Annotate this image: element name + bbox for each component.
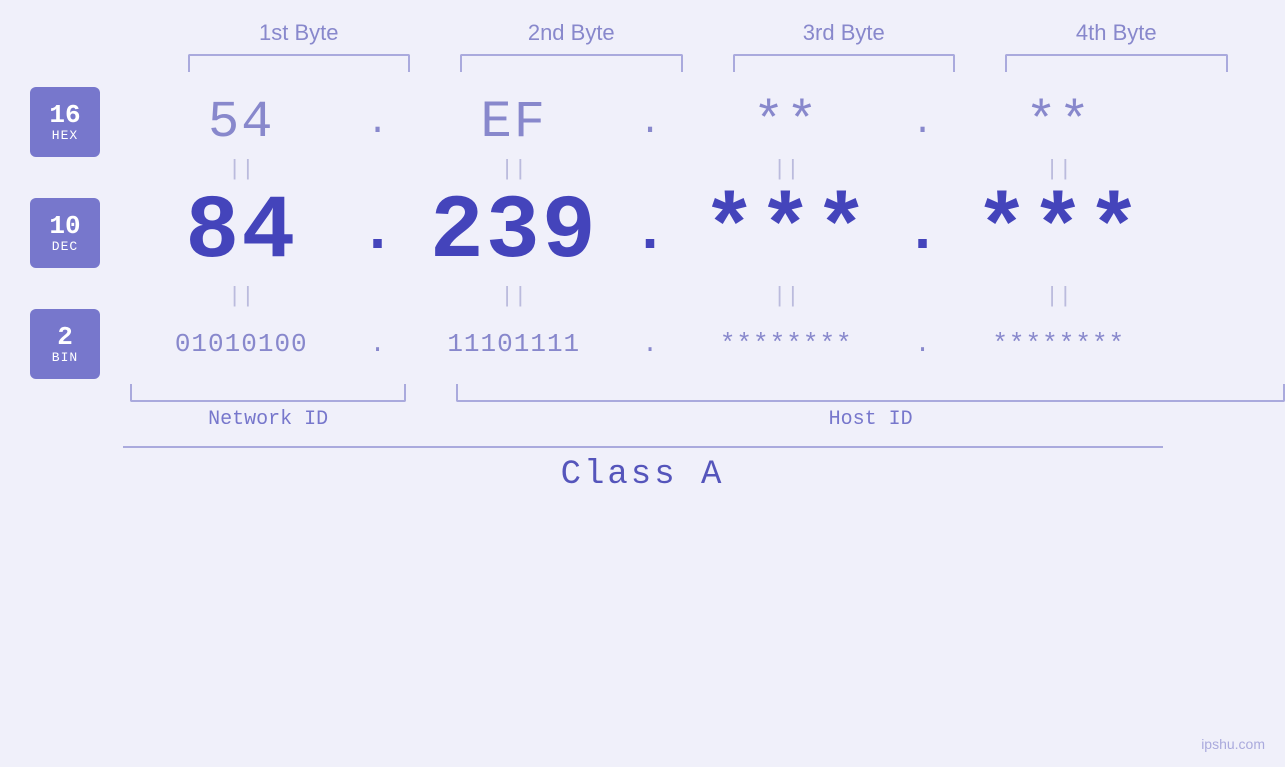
bottom-bracket-host [456,384,1285,402]
dec-dot3: . [898,199,948,267]
bracket-byte4 [1005,54,1228,72]
bin-dot2: . [625,329,675,359]
hex-badge-label: HEX [52,128,78,143]
host-id-label: Host ID [829,408,913,431]
hex-dot1: . [353,102,403,143]
bin-badge-number: 2 [57,324,73,350]
hex-badge: 16 HEX [30,87,100,157]
bin-b1: 01010100 [130,329,353,359]
class-bracket-line [123,446,1163,448]
eq1-b3: || [675,157,898,182]
network-id-label: Network ID [208,408,328,431]
hex-b4: ** [948,93,1171,152]
dec-dot2: . [625,199,675,267]
eq2-b4: || [948,284,1171,309]
hex-dot3: . [898,102,948,143]
bin-b2: 11101111 [403,329,626,359]
main-container: 1st Byte 2nd Byte 3rd Byte 4th Byte 16 H… [0,0,1285,767]
dec-b3: *** [675,182,898,284]
hex-b3: ** [675,93,898,152]
byte4-header: 4th Byte [1005,20,1228,46]
dec-b4: *** [948,182,1171,284]
bin-b4: ******** [948,329,1171,359]
hex-b1: 54 [130,93,353,152]
bottom-bracket-byte1 [130,384,406,402]
bracket-byte1 [188,54,411,72]
byte3-header: 3rd Byte [733,20,956,46]
hex-dot2: . [625,102,675,143]
dec-badge-label: DEC [52,239,78,254]
eq2-b2: || [403,284,626,309]
dec-badge-area: 10 DEC [0,198,130,268]
hex-b2: EF [403,93,626,152]
class-label: Class A [561,456,725,494]
dec-badge: 10 DEC [30,198,100,268]
bin-badge-area: 2 BIN [0,309,130,379]
bracket-byte2 [460,54,683,72]
bin-b3: ******** [675,329,898,359]
eq1-b1: || [130,157,353,182]
dec-badge-number: 10 [49,213,80,239]
byte1-header: 1st Byte [188,20,411,46]
bin-badge: 2 BIN [30,309,100,379]
eq1-b4: || [948,157,1171,182]
eq1-b2: || [403,157,626,182]
watermark: ipshu.com [1201,736,1265,752]
eq2-b1: || [130,284,353,309]
dec-dot1: . [353,199,403,267]
dec-b2: 239 [403,182,626,284]
bin-dot3: . [898,329,948,359]
bin-badge-label: BIN [52,350,78,365]
dec-b1: 84 [130,182,353,284]
bracket-byte3 [733,54,956,72]
byte2-header: 2nd Byte [460,20,683,46]
hex-badge-area: 16 HEX [0,87,130,157]
eq2-b3: || [675,284,898,309]
hex-badge-number: 16 [49,102,80,128]
bin-dot1: . [353,329,403,359]
